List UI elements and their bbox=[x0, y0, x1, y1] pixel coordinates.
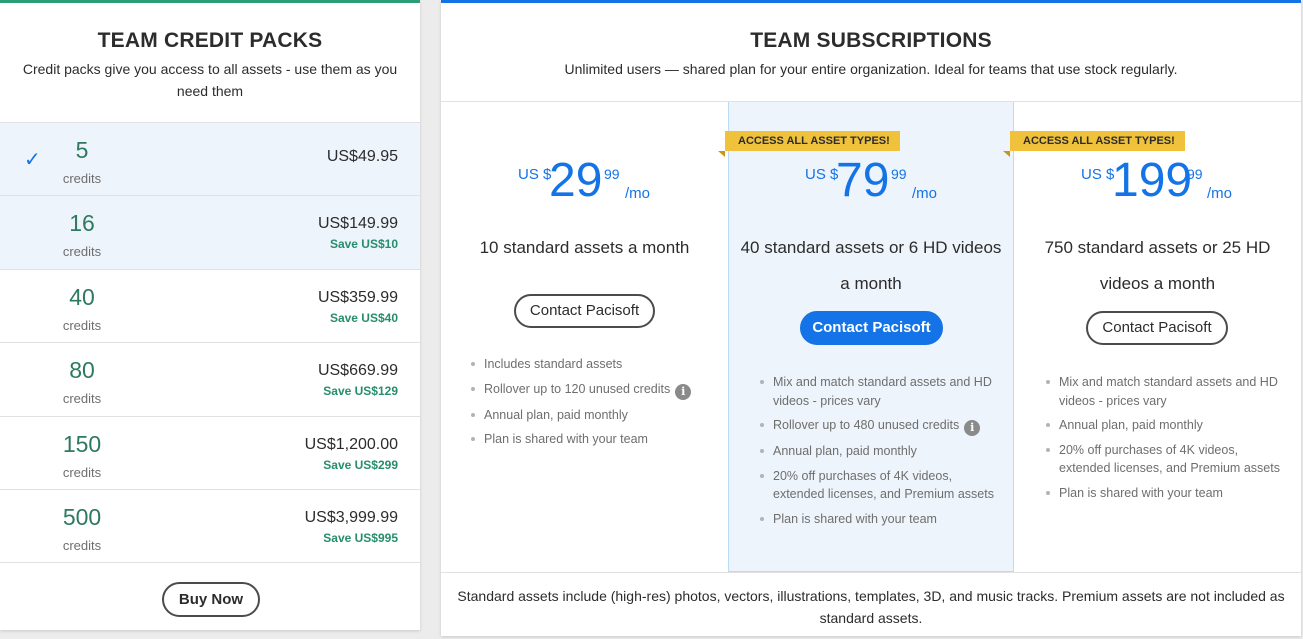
info-icon[interactable]: i bbox=[675, 383, 692, 400]
pack-savings: Save US$10 bbox=[329, 237, 398, 252]
contact-pacisoft-button[interactable]: Contact Pacisoft bbox=[1086, 311, 1228, 345]
subscription-plans: US $ 29 99 /mo 10 standard assets a mont… bbox=[441, 102, 1301, 572]
plan-price: US $ 29 99 /mo bbox=[441, 154, 728, 210]
pack-credits-label: credits bbox=[62, 317, 102, 333]
feature-text: Rollover up to 480 unused credits bbox=[773, 418, 960, 432]
pack-credit-count: 5 bbox=[75, 137, 89, 163]
plan-period: /mo bbox=[912, 185, 938, 202]
plan-card-199: ACCESS ALL ASSET TYPES! US $ 199 99 /mo … bbox=[1003, 102, 1301, 572]
feature-item: 20% off purchases of 4K videos, extended… bbox=[757, 467, 1002, 504]
subscriptions-subtitle: Unlimited users — shared plan for your e… bbox=[564, 61, 1178, 77]
plan-amount: 29 bbox=[549, 154, 603, 207]
plan-card-79: ACCESS ALL ASSET TYPES! US $ 79 99 /mo 4… bbox=[718, 102, 1014, 572]
pack-credit-count: 80 bbox=[69, 357, 95, 384]
plan-features: Mix and match standard assets and HD vid… bbox=[757, 373, 1002, 534]
credit-packs-panel: TEAM CREDIT PACKS Credit packs give you … bbox=[0, 0, 420, 630]
pack-credits-label: credits bbox=[62, 244, 102, 260]
feature-item: Rollover up to 120 unused credits i bbox=[468, 380, 713, 400]
assets-footnote: Standard assets include (high-res) photo… bbox=[441, 572, 1301, 639]
pack-credits-label: credits bbox=[62, 537, 102, 553]
pack-savings: Save US$995 bbox=[323, 530, 398, 545]
subscriptions-panel: TEAM SUBSCRIPTIONS Unlimited users — sha… bbox=[441, 0, 1301, 636]
access-all-badge: ACCESS ALL ASSET TYPES! bbox=[718, 131, 900, 157]
plan-description: 40 standard assets or 6 HD videos a mont… bbox=[740, 238, 1002, 293]
plan-features: Includes standard assets Rollover up to … bbox=[468, 355, 713, 455]
feature-item: Plan is shared with your team bbox=[468, 430, 713, 449]
plan-period: /mo bbox=[625, 185, 651, 202]
feature-item: Plan is shared with your team bbox=[757, 510, 1002, 529]
plan-cents: 99 bbox=[1187, 166, 1203, 182]
pack-savings: Save US$40 bbox=[329, 310, 398, 325]
feature-item: 20% off purchases of 4K videos, extended… bbox=[1043, 441, 1288, 478]
plan-price: US $ 199 99 /mo bbox=[1014, 154, 1301, 210]
pack-credit-count: 16 bbox=[69, 210, 95, 237]
feature-item: Annual plan, paid monthly bbox=[1043, 416, 1288, 435]
credit-pack-option-16[interactable]: 16 credits US$149.99 Save US$10 bbox=[0, 196, 420, 270]
feature-item: Mix and match standard assets and HD vid… bbox=[1043, 373, 1288, 410]
credit-pack-option-80[interactable]: 80 credits US$669.99 Save US$129 bbox=[0, 343, 420, 417]
checkmark-icon: ✓ bbox=[24, 149, 41, 171]
feature-text: Rollover up to 120 unused credits bbox=[484, 381, 671, 396]
credit-packs-title: TEAM CREDIT PACKS bbox=[97, 29, 323, 52]
plan-description: 750 standard assets or 25 HD videos a mo… bbox=[1044, 238, 1271, 293]
credit-pack-option-150[interactable]: 150 credits US$1,200.00 Save US$299 bbox=[0, 417, 420, 490]
plan-currency: US $ bbox=[1081, 166, 1115, 183]
plan-cents: 99 bbox=[604, 166, 620, 182]
pack-price: US$359.99 bbox=[317, 288, 398, 306]
access-all-badge: ACCESS ALL ASSET TYPES! bbox=[1003, 131, 1185, 157]
plan-currency: US $ bbox=[518, 166, 552, 183]
plan-cents: 99 bbox=[891, 166, 907, 182]
pack-credits-label: credits bbox=[62, 464, 102, 480]
feature-item: Rollover up to 480 unused credits i bbox=[757, 416, 1002, 436]
feature-item: Plan is shared with your team bbox=[1043, 484, 1288, 503]
pack-credits-label: credits bbox=[62, 171, 102, 186]
feature-item: Annual plan, paid monthly bbox=[757, 442, 1002, 461]
plan-card-29: US $ 29 99 /mo 10 standard assets a mont… bbox=[441, 102, 728, 572]
plan-period: /mo bbox=[1207, 185, 1233, 202]
contact-pacisoft-button[interactable]: Contact Pacisoft bbox=[514, 294, 655, 328]
credit-pack-option-5[interactable]: ✓ 5 credits US$49.95 bbox=[0, 123, 420, 197]
plan-description: 10 standard assets a month bbox=[479, 238, 690, 257]
pack-savings: Save US$129 bbox=[323, 384, 398, 399]
pack-price: US$669.99 bbox=[317, 362, 398, 380]
plan-price: US $ 79 99 /mo bbox=[729, 154, 1013, 210]
pack-price: US$3,999.99 bbox=[304, 508, 398, 526]
credit-packs-header: TEAM CREDIT PACKS Credit packs give you … bbox=[0, 3, 420, 123]
plan-amount: 79 bbox=[836, 154, 890, 207]
feature-item: Includes standard assets bbox=[468, 355, 713, 374]
contact-pacisoft-button[interactable]: Contact Pacisoft bbox=[800, 311, 943, 345]
subscriptions-header: TEAM SUBSCRIPTIONS Unlimited users — sha… bbox=[441, 3, 1301, 102]
pack-price: US$149.99 bbox=[317, 215, 398, 233]
pack-price: US$49.95 bbox=[326, 148, 398, 165]
pack-credit-count: 40 bbox=[69, 283, 95, 310]
plan-currency: US $ bbox=[805, 166, 839, 183]
credit-packs-subtitle: Credit packs give you access to all asse… bbox=[22, 61, 398, 99]
subscriptions-title: TEAM SUBSCRIPTIONS bbox=[750, 29, 992, 52]
credit-pack-option-40[interactable]: 40 credits US$359.99 Save US$40 bbox=[0, 270, 420, 344]
buy-now-button[interactable]: Buy Now bbox=[162, 582, 260, 617]
feature-item: Annual plan, paid monthly bbox=[468, 406, 713, 425]
pack-credit-count: 500 bbox=[62, 503, 102, 530]
plan-features: Mix and match standard assets and HD vid… bbox=[1043, 373, 1288, 508]
pack-savings: Save US$299 bbox=[323, 457, 398, 472]
info-icon[interactable]: i bbox=[964, 420, 981, 436]
pack-credits-label: credits bbox=[62, 391, 102, 407]
pack-credit-count: 150 bbox=[62, 430, 102, 457]
pack-price: US$1,200.00 bbox=[304, 435, 398, 453]
plan-amount: 199 bbox=[1112, 154, 1193, 207]
credit-pack-option-500[interactable]: 500 credits US$3,999.99 Save US$995 bbox=[0, 490, 420, 564]
feature-item: Mix and match standard assets and HD vid… bbox=[757, 373, 1002, 410]
